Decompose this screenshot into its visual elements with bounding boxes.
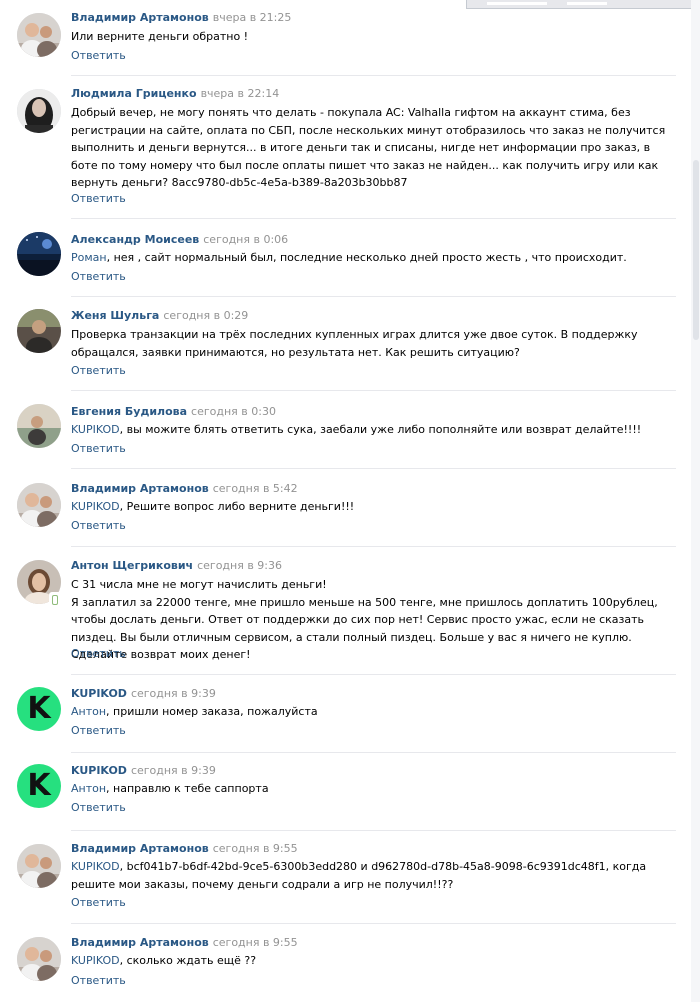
comment-author-link[interactable]: Людмила Гриценко	[71, 87, 197, 100]
reply-button[interactable]: Ответить	[71, 49, 126, 63]
comment-item: Александр Моисеев сегодня в 0:06 Роман, н…	[0, 219, 676, 297]
kupikod-logo-letter: K	[27, 768, 51, 803]
reply-to-mention[interactable]: Роман	[71, 251, 107, 264]
comment-text: Добрый вечер, не могу понять что делать …	[71, 106, 666, 189]
reply-to-mention[interactable]: Антон	[71, 782, 106, 795]
scrollbar[interactable]	[691, 0, 700, 1002]
comment-author-link[interactable]: Антон Щегрикович	[71, 559, 193, 572]
user-photo-icon[interactable]	[17, 232, 61, 276]
comment-text: Роман, нея , сайт нормальный был, послед…	[71, 249, 671, 267]
comment-body: , вы можите блять ответить сука, заебали…	[119, 423, 642, 436]
kupikod-logo[interactable]: K	[17, 764, 61, 808]
comment-item: Женя Шульга сегодня в 0:29 Проверка транз…	[0, 297, 676, 391]
reply-button[interactable]: Ответить	[71, 974, 126, 988]
reply-to-mention[interactable]: KUPIKOD	[71, 500, 120, 513]
comment-item: Владимир Артамонов сегодня в 9:55 KUPIKOD…	[0, 924, 676, 1002]
comment-text: KUPIKOD, сколько ждать ещё ??	[71, 952, 671, 970]
reply-button[interactable]: Ответить	[71, 364, 126, 378]
comment-author-link[interactable]: Владимир Артамонов	[71, 11, 209, 24]
user-photo-icon[interactable]	[17, 13, 61, 57]
comment-text: KUPIKOD, вы можите блять ответить сука, …	[71, 421, 671, 439]
comment-time[interactable]: сегодня в 0:29	[163, 309, 248, 322]
comment-time[interactable]: сегодня в 9:39	[131, 764, 216, 777]
comment-item: Людмила Гриценко вчера в 22:14 Добрый веч…	[0, 76, 676, 219]
reply-to-mention[interactable]: KUPIKOD	[71, 423, 120, 436]
comment-author-link[interactable]: KUPIKOD	[71, 764, 127, 777]
comment-time[interactable]: сегодня в 9:36	[197, 559, 282, 572]
reply-button[interactable]: Ответить	[71, 724, 126, 738]
comment-item: Владимир Артамонов сегодня в 9:55 KUPIKOD…	[0, 831, 676, 924]
scrollbar-thumb[interactable]	[693, 160, 699, 340]
comment-item: Владимир Артамонов сегодня в 5:42 KUPIKOD…	[0, 469, 676, 547]
comment-body: , bcf041b7-b6df-42bd-9ce5-6300b3edd280 и…	[71, 860, 647, 891]
comment-item: Антон Щегрикович сегодня в 9:36 С 31 числ…	[0, 547, 676, 675]
comment-author-link[interactable]: Евгения Будилова	[71, 405, 187, 418]
comment-author-link[interactable]: Александр Моисеев	[71, 233, 199, 246]
comment-text: Или верните деньги обратно !	[71, 30, 249, 43]
comment-author-link[interactable]: Владимир Артамонов	[71, 482, 209, 495]
reply-button[interactable]: Ответить	[71, 896, 126, 910]
reply-button[interactable]: Ответить	[71, 192, 126, 206]
comment-item: K KUPIKOD сегодня в 9:39 Антон, пришли но…	[0, 675, 676, 753]
comment-body: , направлю к тебе саппорта	[106, 782, 269, 795]
comment-item: K KUPIKOD сегодня в 9:39 Антон, направлю …	[0, 753, 676, 831]
comment-text: Проверка транзакции на трёх последних ку…	[71, 328, 638, 359]
reply-to-mention[interactable]: Антон	[71, 705, 106, 718]
reply-to-mention[interactable]: KUPIKOD	[71, 860, 120, 873]
comment-time[interactable]: сегодня в 9:55	[213, 936, 298, 949]
comment-body: , сколько ждать ещё ??	[119, 954, 257, 967]
comment-time[interactable]: сегодня в 5:42	[213, 482, 298, 495]
comment-body: , нея , сайт нормальный был, последние н…	[106, 251, 627, 264]
user-photo-icon[interactable]	[17, 404, 61, 448]
reply-button[interactable]: Ответить	[71, 442, 126, 456]
comment-time[interactable]: сегодня в 0:06	[203, 233, 288, 246]
comment-author-link[interactable]: Владимир Артамонов	[71, 842, 209, 855]
comment-time[interactable]: сегодня в 0:30	[191, 405, 276, 418]
comment-text: С 31 числа мне не могут начислить деньги…	[71, 578, 658, 661]
user-photo-icon[interactable]	[17, 309, 61, 353]
comment-item: Евгения Будилова сегодня в 0:30 KUPIKOD, …	[0, 391, 676, 469]
comment-time[interactable]: сегодня в 9:55	[213, 842, 298, 855]
comment-author-link[interactable]: Владимир Артамонов	[71, 936, 209, 949]
mobile-online-icon	[49, 592, 61, 608]
user-photo-icon[interactable]	[17, 483, 61, 527]
kupikod-logo-letter: K	[27, 691, 51, 726]
comment-text: Антон, направлю к тебе саппорта	[71, 780, 671, 798]
comment-author-link[interactable]: Женя Шульга	[71, 309, 159, 322]
reply-button[interactable]: Ответить	[71, 801, 126, 815]
user-photo-icon[interactable]	[17, 844, 61, 888]
comment-body: , пришли номер заказа, пожалуйста	[106, 705, 318, 718]
comment-text: Антон, пришли номер заказа, пожалуйста	[71, 703, 671, 721]
comment-body: , Решите вопрос либо верните деньги!!!	[119, 500, 355, 513]
comment-time[interactable]: вчера в 22:14	[201, 87, 280, 100]
comment-text: KUPIKOD, Решите вопрос либо верните день…	[71, 498, 671, 516]
reply-button[interactable]: Ответить	[71, 270, 126, 284]
kupikod-logo[interactable]: K	[17, 687, 61, 731]
comment-time[interactable]: сегодня в 9:39	[131, 687, 216, 700]
comment-author-link[interactable]: KUPIKOD	[71, 687, 127, 700]
reply-button[interactable]: Ответить	[71, 647, 126, 661]
user-photo-icon[interactable]	[17, 937, 61, 981]
comment-item: Владимир Артамонов вчера в 21:25 Или верн…	[0, 0, 676, 76]
user-photo-icon[interactable]	[17, 89, 61, 133]
comment-text: KUPIKOD, bcf041b7-b6df-42bd-9ce5-6300b3e…	[71, 858, 671, 893]
reply-to-mention[interactable]: KUPIKOD	[71, 954, 120, 967]
reply-button[interactable]: Ответить	[71, 519, 126, 533]
comment-time[interactable]: вчера в 21:25	[213, 11, 292, 24]
